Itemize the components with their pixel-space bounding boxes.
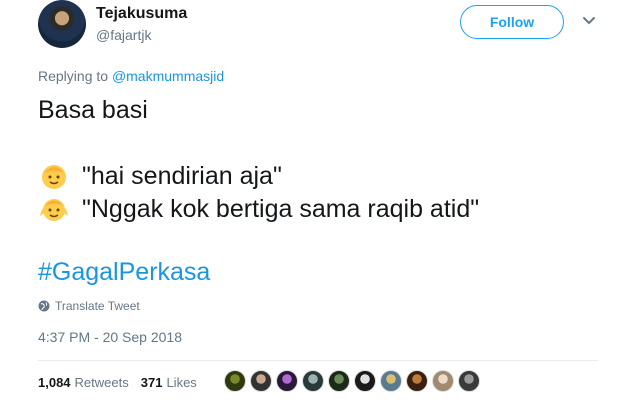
globe-icon [38,300,50,312]
author-name[interactable]: Tejakusuma [96,5,187,23]
likes-count: 371 [140,375,163,390]
tweet-text-line-3: "Nggak kok bertiga sama raqib atid" [38,194,479,224]
author-handle[interactable]: @fajartjk [96,27,151,43]
liker-avatar[interactable] [250,370,272,392]
liker-avatar[interactable] [328,370,350,392]
liker-avatar[interactable] [302,370,324,392]
translate-label: Translate Tweet [55,299,140,313]
chevron-down-icon[interactable] [582,14,596,28]
retweets-count: 1,084 [38,375,71,390]
reply-mention-link[interactable]: @makmummasjid [112,68,224,84]
retweets-label: Retweets [74,375,129,390]
liker-avatar[interactable] [458,370,480,392]
liker-avatar[interactable] [354,370,376,392]
divider [38,360,598,361]
hashtag-link[interactable]: #GagalPerkasa [38,258,210,287]
tweet-timestamp[interactable]: 4:37 PM - 20 Sep 2018 [38,329,182,345]
replying-prefix: Replying to [38,68,112,84]
baby-emoji-icon [42,165,66,189]
liker-avatar[interactable] [380,370,402,392]
tweet-line-text: "hai sendirian aja" [82,161,282,190]
liker-avatar[interactable] [432,370,454,392]
likes-label: Likes [166,375,197,390]
engagement-stats: 1,084 Retweets 371 Likes [38,375,209,390]
retweets-stat[interactable]: 1,084 Retweets [38,375,129,390]
tweet-line-text: Basa basi [38,96,148,124]
tweet-text-line-2: "hai sendirian aja" [38,161,282,191]
replying-to: Replying to @makmummasjid [38,68,224,84]
likes-stat[interactable]: 371 Likes [141,375,197,390]
liker-avatar[interactable] [224,370,246,392]
tweet-text-line-1: Basa basi [38,96,148,125]
baby-angel-emoji-icon [40,199,68,221]
liker-avatar[interactable] [276,370,298,392]
tweet-line-text: "Nggak kok bertiga sama raqib atid" [82,194,480,223]
liker-avatar[interactable] [406,370,428,392]
follow-button[interactable]: Follow [460,5,564,39]
author-avatar[interactable] [38,0,86,48]
liker-avatars [224,370,484,392]
translate-tweet-link[interactable]: Translate Tweet [38,299,140,313]
